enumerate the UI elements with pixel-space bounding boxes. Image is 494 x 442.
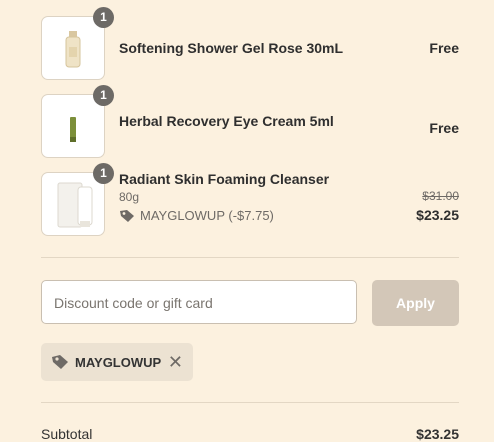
applied-code-label: MAYGLOWUP [75,354,162,370]
product-price: Free [429,120,459,136]
quantity-badge: 1 [93,7,114,28]
divider [41,402,459,403]
line-item: 1 Radiant Skin Foaming Cleanser 80g MAYG… [41,163,459,236]
tag-icon [52,355,68,369]
product-price: Free [429,40,459,56]
remove-discount-icon[interactable]: ✕ [168,352,183,373]
product-name: Softening Shower Gel Rose 30mL [119,40,344,56]
product-thumbnail [41,16,105,80]
subtotal-label: Subtotal [41,426,93,442]
discount-code-input[interactable]: Discount code or gift card [41,280,357,324]
apply-button[interactable]: Apply [372,280,459,326]
shower-gel-bottle-image [65,31,81,68]
product-name: Radiant Skin Foaming Cleanser [119,171,330,187]
product-name: Herbal Recovery Eye Cream 5ml [119,113,334,129]
eye-cream-tube-image [70,117,76,142]
product-thumbnail [41,172,105,236]
tag-icon [120,209,134,222]
subtotal-value: $23.25 [416,426,459,442]
product-thumbnail [41,94,105,158]
item-discount: MAYGLOWUP (-$7.75) [119,208,274,223]
quantity-badge: 1 [93,85,114,106]
quantity-badge: 1 [93,163,114,184]
product-variant: 80g [119,190,140,204]
applied-discount-chip: MAYGLOWUP ✕ [41,343,193,381]
line-item: 1 Softening Shower Gel Rose 30mL Free [41,7,459,80]
cleanser-tube-image [57,182,93,228]
original-price: $31.00 [422,189,459,203]
line-item: 1 Herbal Recovery Eye Cream 5ml Free [41,85,459,158]
divider [41,257,459,258]
product-price: $23.25 [416,207,459,223]
item-discount-label: MAYGLOWUP (-$7.75) [140,208,274,223]
